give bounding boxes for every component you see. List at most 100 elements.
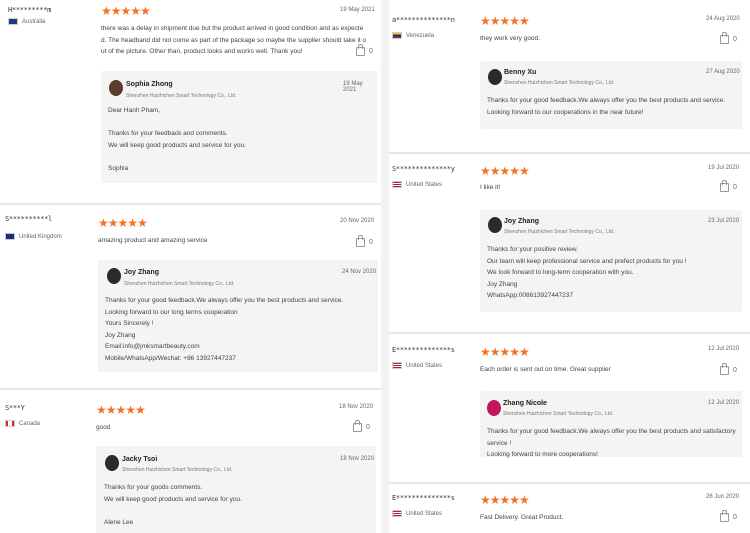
avatar	[488, 69, 502, 85]
reply-company: Shenzhen Huizhichen Smart Technology Co.…	[504, 229, 615, 235]
rating-stars: ★★★★★	[96, 403, 146, 417]
review-text-line: I like it!	[480, 184, 501, 191]
reply-text: Dear Hanh Pham, Thanks for your feedback…	[108, 107, 246, 172]
avatar	[109, 80, 123, 96]
country-label: Canada	[19, 420, 41, 427]
review-text: good	[96, 422, 356, 434]
review-text: Fast Delivery. Great Product.	[480, 512, 720, 524]
like-button[interactable]: 0	[356, 44, 373, 56]
reviews-column-right: a**************n Venezuela ★★★★★ 24 Aug …	[389, 0, 750, 533]
reviewer-country: United States	[392, 362, 442, 369]
review-date: 20 Nov 2020	[340, 218, 375, 224]
reply-date: 27 Aug 2020	[706, 69, 740, 75]
review-item: H*********m Australia ★★★★★ 19 May 2021 …	[0, 0, 381, 203]
like-button[interactable]: 0	[720, 32, 737, 44]
review-date: 19 Jul 2020	[708, 165, 740, 171]
reviewer-country: United States	[392, 181, 442, 188]
review-text-line: ut of the picture. Other than, product l…	[101, 48, 303, 55]
reply-text: Thanks for your good feedback.We always …	[487, 97, 726, 116]
reviewer-country: Venezuela	[392, 32, 434, 39]
flag-united-states-icon	[392, 362, 402, 369]
country-label: United States	[406, 362, 443, 369]
reply-company: Shenzhen Huizhichen Smart Technology Co.…	[503, 411, 614, 417]
reviewer-country: Canada	[5, 420, 40, 427]
reply-text: Thanks for your positive review. Our tea…	[487, 246, 687, 299]
country-label: Venezuela	[406, 32, 435, 39]
reviewer-name: S**********l	[5, 215, 52, 223]
rating-stars: ★★★★★	[480, 164, 530, 178]
flag-canada-icon	[5, 420, 15, 427]
review-date: 19 May 2021	[340, 7, 375, 13]
rating-stars: ★★★★★	[101, 4, 151, 18]
review-text-line: d. The headband did not come as part of …	[101, 36, 367, 44]
thumbs-up-icon	[720, 510, 729, 522]
review-date: 18 Nov 2020	[339, 404, 374, 410]
reviewer-name: S**************y	[392, 165, 455, 173]
column-divider	[381, 0, 389, 533]
review-date: 26 Jun 2020	[706, 494, 740, 500]
seller-reply: Joy Zhang Shenzhen Huizhichen Smart Tech…	[480, 210, 742, 312]
review-text: they work very good.	[480, 33, 720, 45]
seller-reply: Joy Zhang Shenzhen Huizhichen Smart Tech…	[98, 260, 378, 372]
review-text: amazing product and amazing service	[98, 235, 366, 247]
flag-australia-icon	[8, 18, 18, 25]
review-item: E**************s United States ★★★★★ 12 …	[389, 332, 750, 482]
reply-author: Joy Zhang	[504, 218, 540, 225]
review-date: 24 Aug 2020	[706, 16, 740, 22]
flag-venezuela-icon	[392, 32, 402, 39]
flag-united-kingdom-icon	[5, 233, 15, 240]
reply-company: Shenzhen Huizhichen Smart Technology Co.…	[126, 93, 237, 99]
seller-reply: Benny Xu Shenzhen Huizhichen Smart Techn…	[480, 61, 742, 129]
flag-united-states-icon	[392, 181, 402, 188]
reply-author: Benny Xu	[504, 69, 537, 76]
review-date: 12 Jul 2020	[708, 346, 740, 352]
thumbs-up-icon	[353, 420, 362, 432]
reply-author: Jacky Tsoi	[122, 456, 158, 463]
like-count: 0	[733, 184, 737, 191]
thumbs-up-icon	[720, 180, 729, 192]
review-item: S**************y United States ★★★★★ 19 …	[389, 152, 750, 332]
review-text-line: Each order is sent out on time. Great su…	[480, 366, 611, 373]
rating-stars: ★★★★★	[480, 345, 530, 359]
like-button[interactable]: 0	[353, 420, 370, 432]
like-count: 0	[733, 36, 737, 43]
avatar	[488, 217, 502, 233]
seller-reply: Zhang Nicole Shenzhen Huizhichen Smart T…	[480, 391, 742, 458]
avatar	[105, 455, 119, 471]
seller-reply: Jacky Tsoi Shenzhen Huizhichen Smart Tec…	[96, 446, 376, 533]
country-label: Australia	[22, 18, 46, 25]
reply-author: Zhang Nicole	[503, 400, 547, 407]
reviewer-name: E**************s	[392, 494, 455, 502]
review-text: Each order is sent out on time. Great su…	[480, 364, 720, 376]
review-item: E**************s United States ★★★★★ 26 …	[389, 482, 750, 533]
review-text-line: they work very good.	[480, 35, 540, 42]
avatar	[107, 268, 121, 284]
flag-united-states-icon	[392, 510, 402, 517]
reply-date: 23 Jul 2020	[708, 218, 740, 224]
review-text: there was a delay in shipment due but th…	[101, 23, 369, 58]
reviewer-country: United States	[392, 510, 442, 517]
thumbs-up-icon	[356, 44, 365, 56]
review-text-line: good	[96, 424, 111, 431]
like-count: 0	[369, 239, 373, 246]
reviewer-country: Australia	[8, 18, 45, 25]
like-count: 0	[733, 367, 737, 374]
avatar	[487, 400, 501, 416]
review-text-line: Fast Delivery. Great Product.	[480, 514, 564, 521]
like-button[interactable]: 0	[720, 510, 737, 522]
like-count: 0	[733, 514, 737, 521]
thumbs-up-icon	[720, 363, 729, 375]
review-text: I like it!	[480, 182, 720, 194]
reply-date: 19 May 2021	[343, 81, 363, 93]
like-button[interactable]: 0	[356, 235, 373, 247]
like-button[interactable]: 0	[720, 180, 737, 192]
rating-stars: ★★★★★	[98, 216, 148, 230]
like-count: 0	[366, 424, 370, 431]
reply-company: Shenzhen Huizhichen Smart Technology Co.…	[504, 80, 615, 86]
reply-text: Thanks for your good feedback.We always …	[105, 297, 344, 362]
country-label: United States	[406, 510, 443, 517]
like-button[interactable]: 0	[720, 363, 737, 375]
like-count: 0	[369, 48, 373, 55]
reviews-column-left: H*********m Australia ★★★★★ 19 May 2021 …	[0, 0, 381, 533]
reviewer-name: S***Y	[5, 404, 25, 412]
